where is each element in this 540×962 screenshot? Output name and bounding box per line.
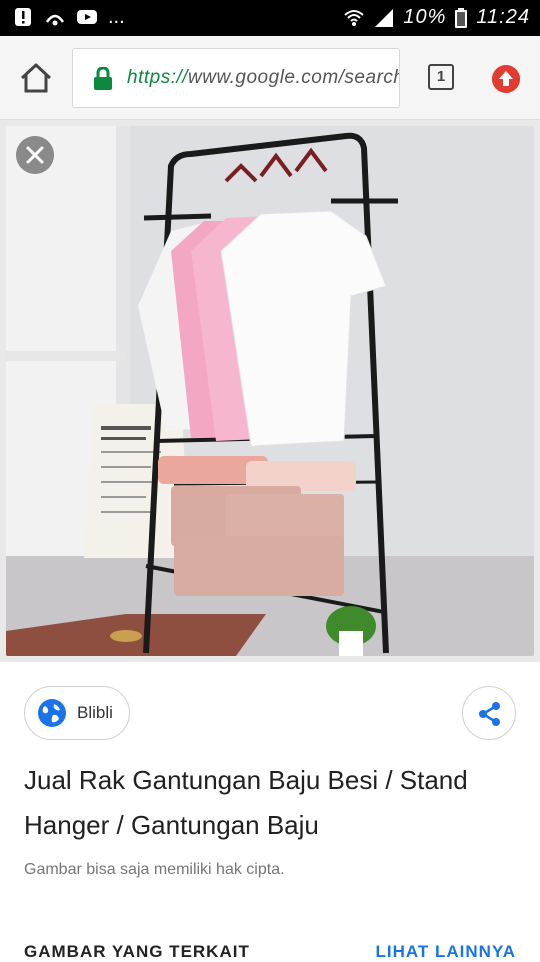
- browser-toolbar: https://www.google.com/search 1: [0, 36, 540, 120]
- image-preview-panel: [0, 120, 540, 662]
- battery-icon: [455, 7, 468, 28]
- related-images-heading: GAMBAR YANG TERKAIT: [24, 942, 250, 961]
- url-scheme: https://: [127, 67, 189, 88]
- url-bar[interactable]: https://www.google.com/search: [72, 48, 400, 108]
- clock: 11:24: [476, 6, 530, 28]
- youtube-icon: [77, 10, 97, 24]
- tab-switcher-icon[interactable]: 1: [428, 64, 454, 90]
- signal-icon: [375, 8, 394, 27]
- hotspot-icon: [45, 14, 65, 26]
- battery-percent: 10%: [403, 6, 447, 28]
- wifi-icon: [344, 9, 365, 26]
- home-icon[interactable]: [18, 62, 54, 94]
- lock-icon: [94, 67, 112, 90]
- source-site-chip[interactable]: Blibli: [24, 686, 130, 740]
- url-host-path: www.google.com/search: [188, 67, 400, 88]
- source-site-label: Blibli: [77, 703, 113, 722]
- alert-icon: [15, 8, 31, 26]
- url-text: https://www.google.com/search: [127, 67, 400, 89]
- status-bar-system: 10% 11:24: [343, 6, 530, 29]
- more-notifications-indicator: ...: [108, 6, 125, 28]
- status-bar: ... 10% 11:24: [0, 0, 540, 36]
- product-image[interactable]: [6, 126, 534, 656]
- globe-icon: [38, 699, 66, 727]
- share-button[interactable]: [462, 686, 516, 740]
- see-more-link[interactable]: LIHAT LAINNYA: [376, 942, 517, 962]
- status-bar-notifications: ...: [12, 6, 125, 28]
- copyright-note: Gambar bisa saja memiliki hak cipta.: [24, 861, 285, 878]
- result-title[interactable]: Jual Rak Gantungan Baju Besi / Stand Han…: [24, 758, 514, 848]
- update-icon[interactable]: [492, 65, 520, 93]
- share-icon: [479, 702, 500, 726]
- close-icon[interactable]: [16, 136, 54, 174]
